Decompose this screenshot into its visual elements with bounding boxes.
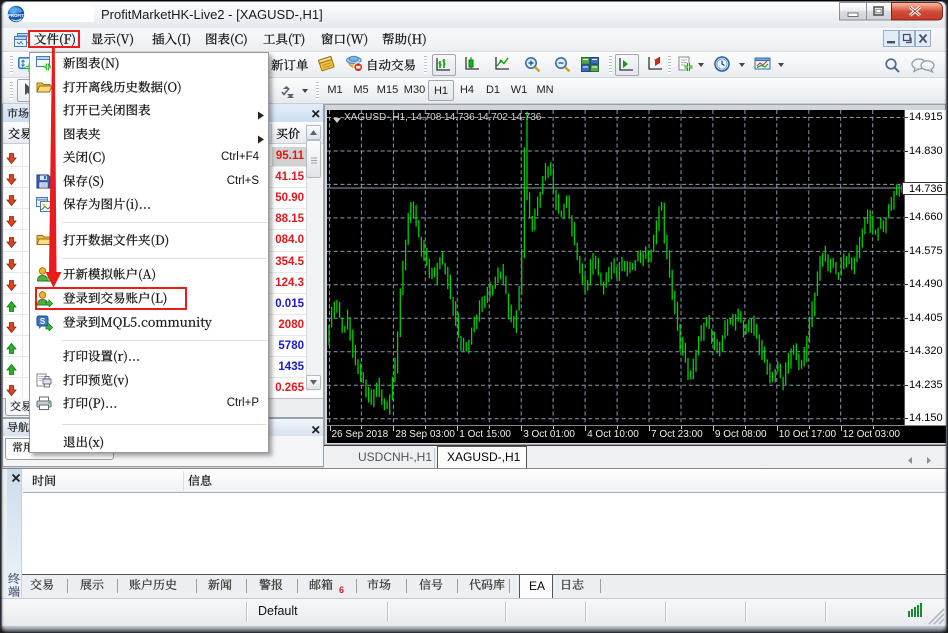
svg-text:S: S bbox=[40, 317, 46, 326]
svg-text:PROFIT: PROFIT bbox=[8, 13, 24, 18]
